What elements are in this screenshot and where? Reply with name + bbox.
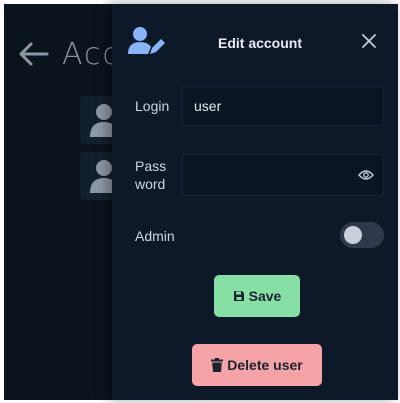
password-input[interactable] — [182, 154, 384, 196]
arrow-left-icon[interactable] — [16, 37, 50, 71]
toggle-knob — [344, 226, 362, 244]
delete-user-button[interactable]: Delete user — [192, 344, 322, 386]
admin-toggle[interactable] — [340, 222, 384, 248]
app-header: Acc — [16, 34, 121, 74]
drawer-title: Edit account — [217, 35, 302, 51]
trash-icon — [211, 358, 224, 372]
eye-icon[interactable] — [356, 166, 376, 184]
password-label-line2: word — [135, 176, 166, 192]
edit-account-drawer: Edit account Login Pass word Admin Save … — [112, 4, 398, 400]
save-button[interactable]: Save — [214, 275, 300, 317]
save-label: Save — [248, 288, 282, 304]
delete-label: Delete user — [227, 357, 303, 373]
password-label-line1: Pass — [135, 158, 167, 174]
admin-label: Admin — [135, 228, 175, 244]
drawer-header: Edit account — [112, 22, 398, 66]
login-input[interactable] — [182, 86, 384, 126]
floppy-disk-icon — [233, 291, 244, 301]
login-label: Login — [135, 98, 170, 114]
close-icon[interactable] — [358, 30, 380, 52]
